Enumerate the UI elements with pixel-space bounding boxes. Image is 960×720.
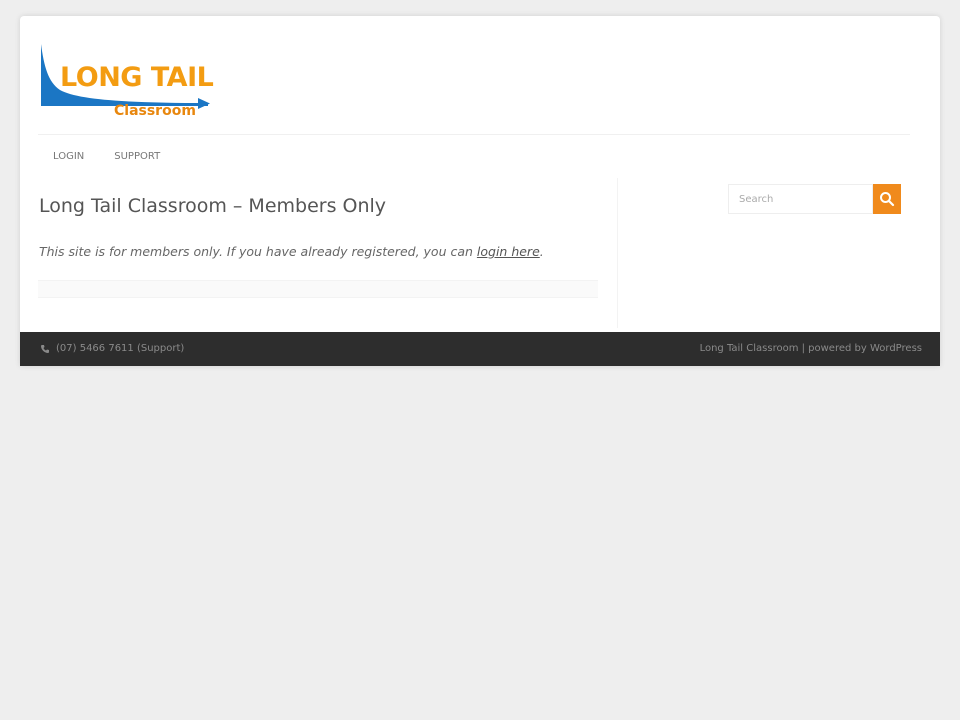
members-notice: This site is for members only. If you ha… bbox=[39, 244, 544, 259]
login-link[interactable]: login here bbox=[477, 244, 540, 259]
site-footer: (07) 5466 7611 (Support) Long Tail Class… bbox=[20, 332, 940, 366]
notice-suffix: . bbox=[539, 244, 544, 259]
footer-contact: (07) 5466 7611 (Support) bbox=[40, 343, 184, 354]
footer-credit: Long Tail Classroom | powered by WordPre… bbox=[699, 343, 922, 354]
main-nav: LOGIN SUPPORT bbox=[38, 134, 910, 178]
footer-phone-text: (07) 5466 7611 (Support) bbox=[56, 343, 185, 354]
main-content: Long Tail Classroom – Members Only This … bbox=[38, 178, 618, 328]
nav-item-login[interactable]: LOGIN bbox=[38, 135, 99, 179]
site-header: LONG TAIL Classroom bbox=[20, 16, 940, 134]
logo-sub-text: Classroom bbox=[114, 103, 196, 119]
site-logo[interactable]: LONG TAIL Classroom bbox=[38, 40, 238, 128]
page-title: Long Tail Classroom – Members Only bbox=[39, 195, 387, 217]
search-form bbox=[728, 184, 901, 214]
nav-item-support[interactable]: SUPPORT bbox=[99, 135, 175, 179]
logo-main-text: LONG TAIL bbox=[60, 62, 214, 93]
phone-icon bbox=[40, 344, 50, 354]
notice-text: This site is for members only. If you ha… bbox=[39, 244, 477, 259]
search-input[interactable] bbox=[728, 184, 873, 214]
content-divider bbox=[38, 280, 598, 298]
search-icon bbox=[880, 192, 895, 207]
search-button[interactable] bbox=[873, 184, 901, 214]
